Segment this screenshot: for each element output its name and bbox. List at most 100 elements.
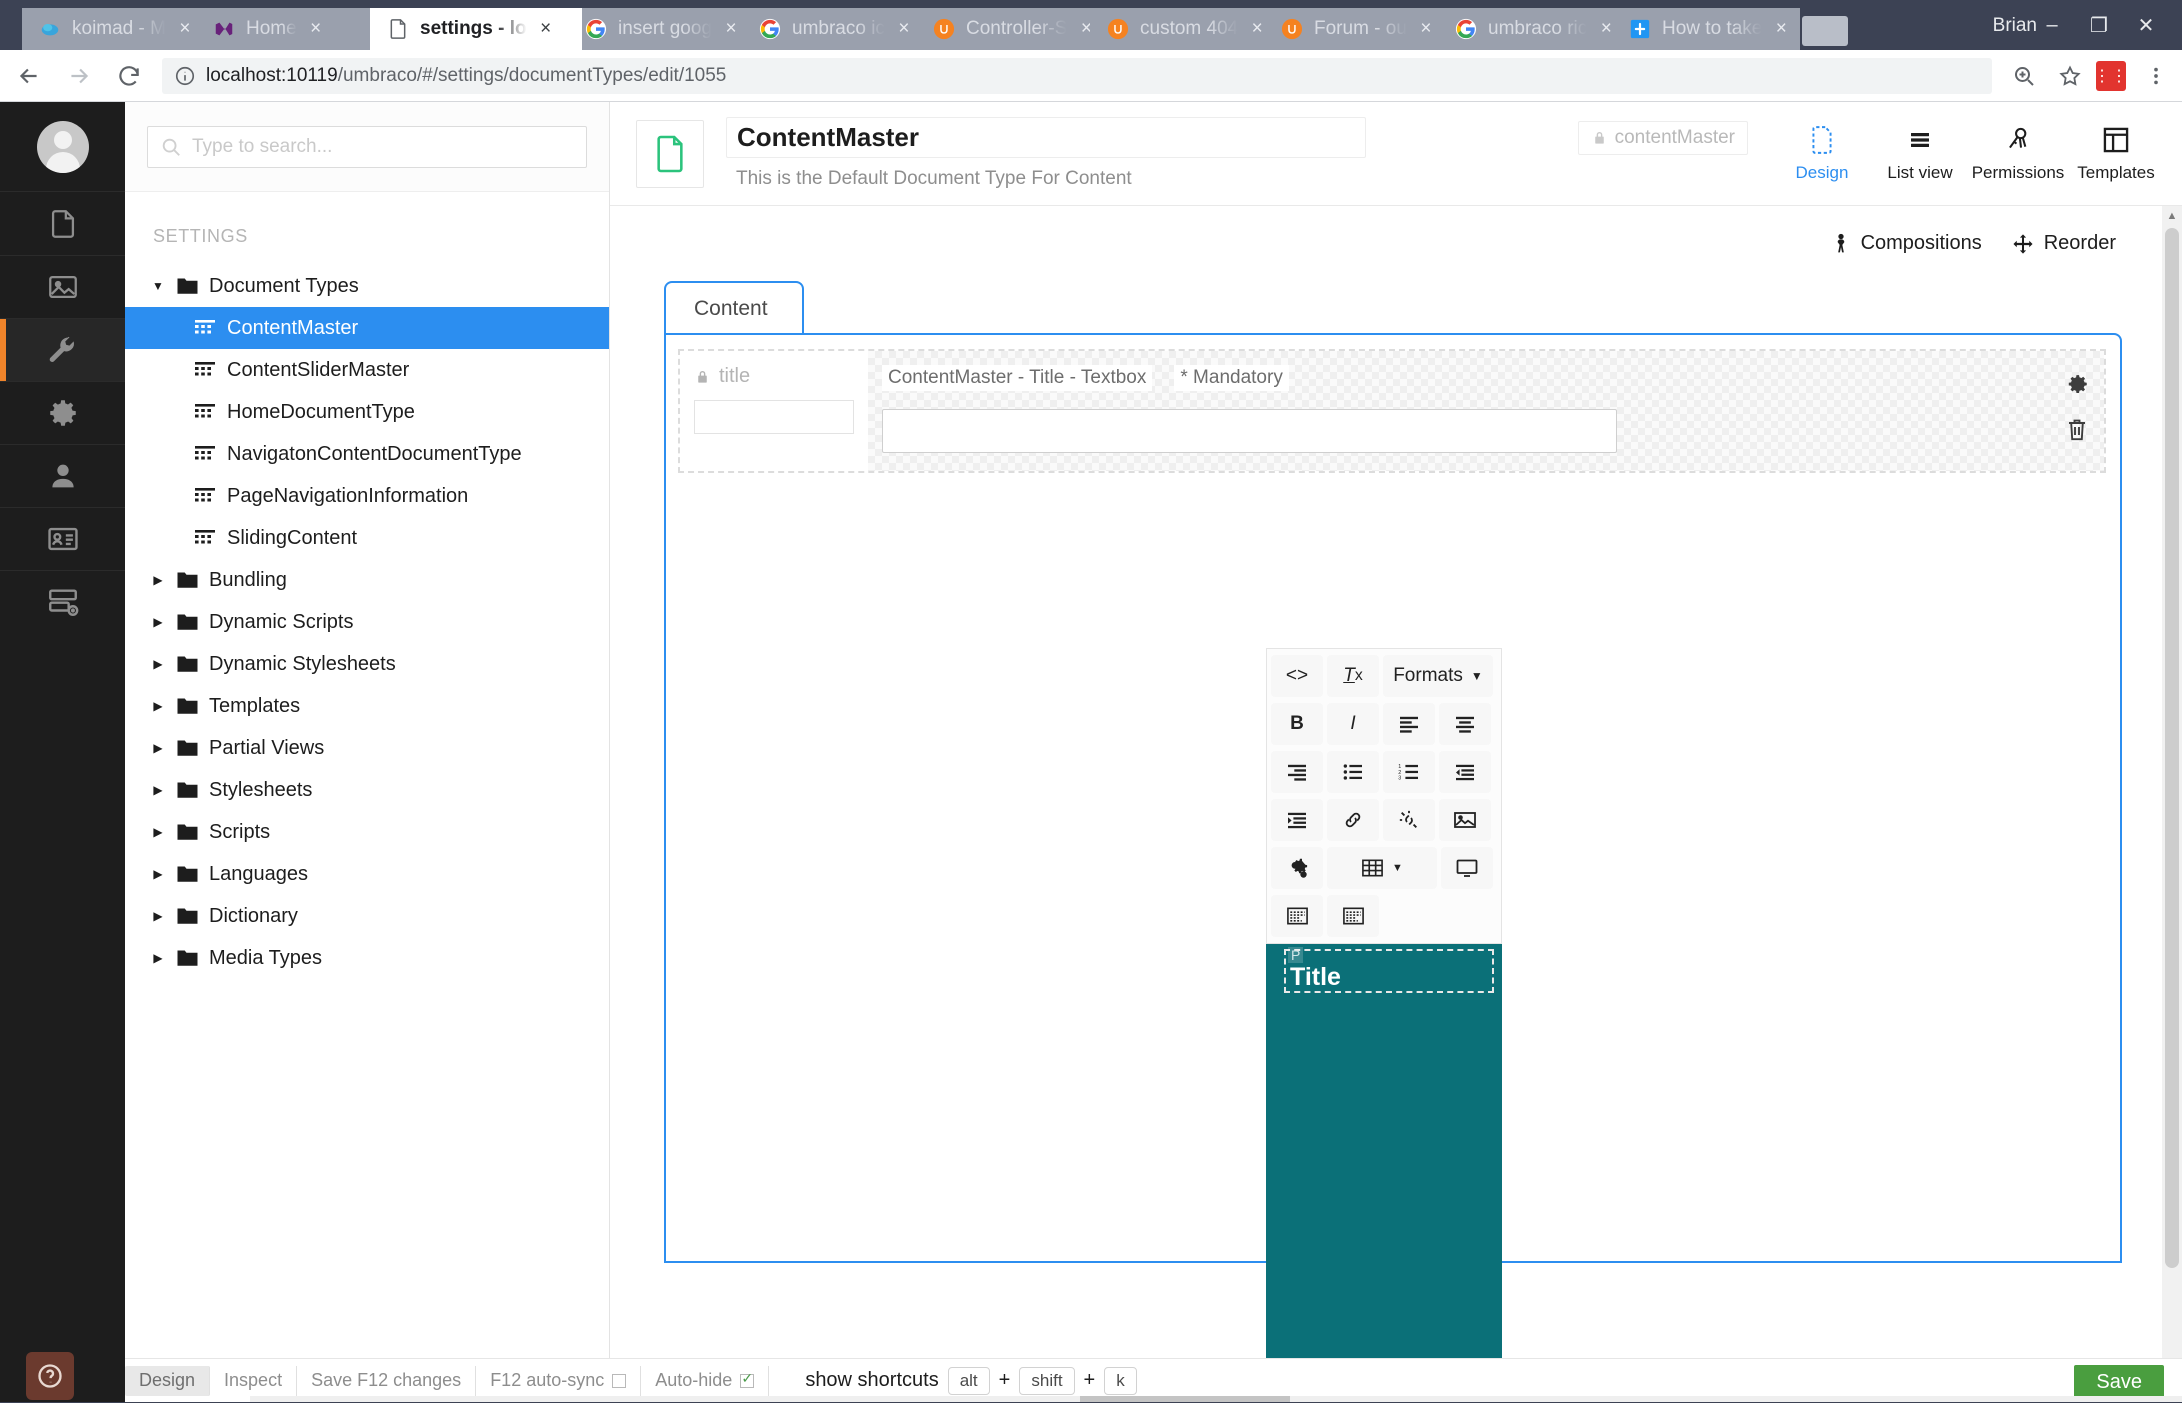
chevron-right-icon[interactable]: ▶ <box>147 615 169 629</box>
browser-tab-7[interactable]: Forum - ou× <box>1264 8 1452 50</box>
chevron-right-icon[interactable]: ▶ <box>147 699 169 713</box>
tree-item-pagenavigationinformation[interactable]: PageNavigationInformation <box>125 475 609 517</box>
unlink-button[interactable] <box>1383 799 1435 841</box>
browser-tab-1[interactable]: Home× <box>196 8 384 50</box>
tab-close-icon[interactable]: × <box>174 18 196 40</box>
extension-icon[interactable]: ⋮⋮ <box>2096 61 2126 91</box>
document-type-description[interactable]: This is the Default Document Type For Co… <box>726 168 1748 190</box>
chrome-menu-icon[interactable] <box>2136 56 2176 96</box>
forward-button[interactable] <box>58 55 100 97</box>
compositions-button[interactable]: Compositions <box>1831 232 1982 255</box>
tree-item-media-types[interactable]: ▶Media Types <box>125 937 609 979</box>
tree-item-bundling[interactable]: ▶Bundling <box>125 559 609 601</box>
user-avatar-button[interactable] <box>0 102 125 192</box>
chevron-right-icon[interactable]: ▶ <box>147 573 169 587</box>
tree-item-scripts[interactable]: ▶Scripts <box>125 811 609 853</box>
link-button[interactable] <box>1327 799 1379 841</box>
search-input[interactable]: Type to search... <box>147 126 587 168</box>
sidebar-item-forms[interactable] <box>0 570 125 633</box>
bold-button[interactable]: B <box>1271 703 1323 745</box>
browser-tab-2[interactable]: settings - lo× <box>370 8 582 50</box>
tree-item-homedocumenttype[interactable]: HomeDocumentType <box>125 391 609 433</box>
embed-button[interactable] <box>1441 847 1493 889</box>
browserlink-design[interactable]: Design <box>125 1366 210 1396</box>
zoom-icon[interactable] <box>2004 56 2044 96</box>
numbered-list-button[interactable]: 123 <box>1383 751 1435 793</box>
chevron-right-icon[interactable]: ▶ <box>147 951 169 965</box>
chevron-right-icon[interactable]: ▶ <box>147 867 169 881</box>
browser-tab-3[interactable]: insert goog× <box>568 8 756 50</box>
document-type-name-input[interactable]: ContentMaster <box>726 117 1366 158</box>
window-close-button[interactable]: ✕ <box>2128 10 2164 40</box>
back-button[interactable] <box>8 55 50 97</box>
align-left-button[interactable] <box>1383 703 1435 745</box>
browserlink-auto-hide[interactable]: Auto-hide <box>641 1366 769 1396</box>
bookmark-star-icon[interactable] <box>2050 56 2090 96</box>
reorder-button[interactable]: Reorder <box>2012 232 2116 255</box>
browserlink-inspect[interactable]: Inspect <box>210 1366 297 1396</box>
property-name-input[interactable] <box>694 400 854 434</box>
scroll-thumb[interactable] <box>2165 228 2179 1268</box>
tree-item-document-types[interactable]: ▼Document Types <box>125 265 609 307</box>
tree-item-contentslidermaster[interactable]: ContentSliderMaster <box>125 349 609 391</box>
italic-button[interactable]: I <box>1327 703 1379 745</box>
chevron-down-icon[interactable]: ▼ <box>147 279 169 293</box>
tab-close-icon[interactable]: × <box>305 18 327 40</box>
tree-item-stylesheets[interactable]: ▶Stylesheets <box>125 769 609 811</box>
sidebar-item-users[interactable] <box>0 444 125 507</box>
horizontal-scroll-thumb[interactable] <box>1080 1396 1290 1402</box>
sidebar-item-content[interactable] <box>0 192 125 255</box>
gear-icon[interactable] <box>2064 371 2090 397</box>
remove-format-button[interactable]: Tx <box>1327 655 1379 697</box>
browserlink-save-f12-changes[interactable]: Save F12 changes <box>297 1366 476 1396</box>
tab-close-icon[interactable]: × <box>1415 18 1437 40</box>
outdent-button[interactable] <box>1439 751 1491 793</box>
sidebar-item-developer[interactable] <box>0 381 125 444</box>
tree-item-navigatoncontentdocumenttype[interactable]: NavigatonContentDocumentType <box>125 433 609 475</box>
umbraco-embed-button[interactable] <box>1327 895 1379 937</box>
tab-close-icon[interactable]: × <box>535 18 557 40</box>
scroll-up-arrow[interactable]: ▲ <box>2162 206 2182 226</box>
formats-dropdown[interactable]: Formats▼ <box>1383 655 1493 697</box>
rte-preview-canvas[interactable]: P Title <box>1266 924 1502 1358</box>
bullet-list-button[interactable] <box>1327 751 1379 793</box>
browser-tab-8[interactable]: umbraco ric× <box>1438 8 1626 50</box>
reload-button[interactable] <box>108 55 150 97</box>
window-minimize-button[interactable]: – <box>2034 10 2070 40</box>
sidebar-item-members[interactable] <box>0 507 125 570</box>
address-bar[interactable]: localhost:10119/umbraco/#/settings/docum… <box>162 58 1992 94</box>
tree-item-partial-views[interactable]: ▶Partial Views <box>125 727 609 769</box>
browser-tab-6[interactable]: custom 404× <box>1090 8 1278 50</box>
align-center-button[interactable] <box>1439 703 1491 745</box>
document-type-icon[interactable] <box>636 120 704 188</box>
chevron-right-icon[interactable]: ▶ <box>147 825 169 839</box>
chevron-right-icon[interactable]: ▶ <box>147 741 169 755</box>
editor-scrollbar[interactable]: ▲ <box>2162 206 2182 1358</box>
trash-icon[interactable] <box>2065 417 2089 443</box>
tab-templates[interactable]: Templates <box>2072 125 2160 183</box>
tree-item-templates[interactable]: ▶Templates <box>125 685 609 727</box>
image-button[interactable] <box>1439 799 1491 841</box>
browser-tab-0[interactable]: koimad - M× <box>22 8 210 50</box>
tree-item-slidingcontent[interactable]: SlidingContent <box>125 517 609 559</box>
property-alias[interactable]: title <box>694 365 868 388</box>
tree-item-dictionary[interactable]: ▶Dictionary <box>125 895 609 937</box>
tab-permissions[interactable]: Permissions <box>1974 125 2062 183</box>
browser-tab-5[interactable]: Controller-S× <box>916 8 1104 50</box>
tab-close-icon[interactable]: × <box>893 18 915 40</box>
umbraco-media-button[interactable] <box>1271 895 1323 937</box>
table-dropdown[interactable]: ▼ <box>1327 847 1437 889</box>
tree-item-dynamic-scripts[interactable]: ▶Dynamic Scripts <box>125 601 609 643</box>
browser-tab-4[interactable]: umbraco ic× <box>742 8 930 50</box>
chevron-right-icon[interactable]: ▶ <box>147 783 169 797</box>
tab-list-view[interactable]: List view <box>1876 125 1964 183</box>
group-tab-content[interactable]: Content <box>664 281 804 335</box>
property-value-input[interactable] <box>882 409 1617 453</box>
chevron-right-icon[interactable]: ▶ <box>147 657 169 671</box>
indent-button[interactable] <box>1271 799 1323 841</box>
horizontal-scrollbar[interactable] <box>250 1396 2182 1402</box>
macro-button[interactable] <box>1271 847 1323 889</box>
browserlink-checkbox[interactable] <box>740 1374 754 1388</box>
tab-design[interactable]: Design <box>1778 125 1866 183</box>
sidebar-item-settings[interactable] <box>0 318 125 381</box>
